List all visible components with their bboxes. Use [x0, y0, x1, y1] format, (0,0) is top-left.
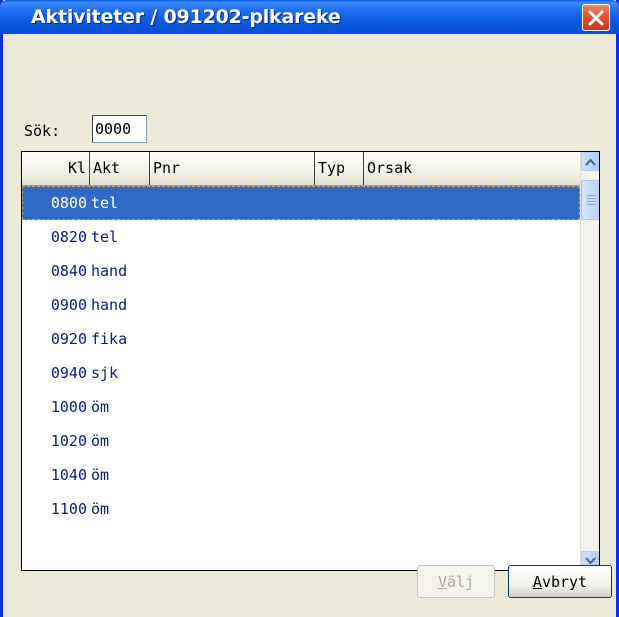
search-input[interactable]: [92, 115, 147, 143]
list-header: Kl Akt Pnr Typ Orsak: [22, 152, 580, 186]
list-item[interactable]: 1100 öm: [22, 492, 580, 526]
cell-typ: [315, 492, 364, 526]
cell-pnr: [150, 220, 315, 254]
cell-pnr: [150, 492, 315, 526]
window-title: Aktiviteter / 091202-plkareke: [31, 6, 341, 28]
cell-typ: [315, 254, 364, 288]
cell-akt: öm: [91, 466, 110, 484]
cell-akt: tel: [91, 194, 119, 212]
cell-kl: 1040: [50, 466, 87, 484]
column-header-kl[interactable]: Kl: [22, 152, 90, 185]
cell-typ: [315, 356, 364, 390]
cell-orsak: [364, 458, 580, 492]
close-icon: [588, 10, 604, 25]
cell-akt: fika: [91, 330, 128, 348]
cell-akt: hand: [91, 262, 128, 280]
cell-orsak: [364, 254, 580, 288]
cell-typ: [315, 390, 364, 424]
cell-orsak: [364, 288, 580, 322]
cell-akt: hand: [91, 296, 128, 314]
cell-typ: [315, 424, 364, 458]
cell-pnr: [150, 186, 315, 220]
cell-orsak: [364, 220, 580, 254]
cell-kl: 1020: [50, 432, 87, 450]
cell-kl: 0940: [50, 364, 87, 382]
column-header-pnr[interactable]: Pnr: [150, 152, 315, 185]
cell-pnr: [150, 288, 315, 322]
cell-kl: 0800: [50, 194, 87, 212]
activity-list[interactable]: Kl Akt Pnr Typ Orsak 0800 tel 0820 tel 0840 h…: [21, 151, 600, 571]
list-item[interactable]: 1000 öm: [22, 390, 580, 424]
cell-pnr: [150, 322, 315, 356]
cell-orsak: [364, 424, 580, 458]
cell-typ: [315, 458, 364, 492]
vertical-scrollbar[interactable]: [580, 152, 599, 570]
cell-typ: [315, 220, 364, 254]
cell-akt: sjk: [91, 364, 119, 382]
cell-akt: tel: [91, 228, 119, 246]
column-header-akt[interactable]: Akt: [90, 152, 150, 185]
cell-typ: [315, 186, 364, 220]
cell-typ: [315, 322, 364, 356]
cell-pnr: [150, 356, 315, 390]
select-button-label: Välj: [437, 572, 475, 591]
list-item[interactable]: 1040 öm: [22, 458, 580, 492]
cell-pnr: [150, 254, 315, 288]
list-item[interactable]: 0940 sjk: [22, 356, 580, 390]
list-item[interactable]: 0920 fika: [22, 322, 580, 356]
cell-akt: öm: [91, 432, 110, 450]
cell-kl: 0840: [50, 262, 87, 280]
cell-kl: 1000: [50, 398, 87, 416]
cancel-button[interactable]: Avbryt: [508, 565, 612, 598]
scroll-up-button[interactable]: [581, 152, 599, 171]
cell-akt: öm: [91, 500, 110, 518]
cell-orsak: [364, 390, 580, 424]
cell-orsak: [364, 186, 580, 220]
list-item[interactable]: 0900 hand: [22, 288, 580, 322]
close-button[interactable]: [582, 4, 610, 31]
cell-kl: 0920: [50, 330, 87, 348]
cancel-button-label: Avbryt: [532, 572, 588, 591]
cell-orsak: [364, 492, 580, 526]
list-item[interactable]: 0820 tel: [22, 220, 580, 254]
chevron-up-icon: [585, 158, 596, 166]
search-label: Sök:: [24, 122, 61, 140]
cell-orsak: [364, 322, 580, 356]
cell-pnr: [150, 458, 315, 492]
cell-typ: [315, 288, 364, 322]
cell-pnr: [150, 424, 315, 458]
list-item[interactable]: 0800 tel: [22, 186, 580, 220]
list-item[interactable]: 1020 öm: [22, 424, 580, 458]
cell-orsak: [364, 356, 580, 390]
cell-kl: 1100: [50, 500, 87, 518]
cell-kl: 0900: [50, 296, 87, 314]
column-header-orsak[interactable]: Orsak: [364, 152, 580, 185]
select-button[interactable]: Välj: [417, 565, 495, 598]
cell-akt: öm: [91, 398, 110, 416]
list-rows: 0800 tel 0820 tel 0840 hand 0900 hand 0920 fika 09…: [22, 186, 580, 526]
column-header-typ[interactable]: Typ: [315, 152, 364, 185]
list-item[interactable]: 0840 hand: [22, 254, 580, 288]
cell-pnr: [150, 390, 315, 424]
scroll-thumb[interactable]: [581, 180, 599, 220]
cell-kl: 0820: [50, 228, 87, 246]
title-bar[interactable]: Aktiviteter / 091202-plkareke: [0, 0, 619, 34]
chevron-down-icon: [585, 556, 596, 564]
